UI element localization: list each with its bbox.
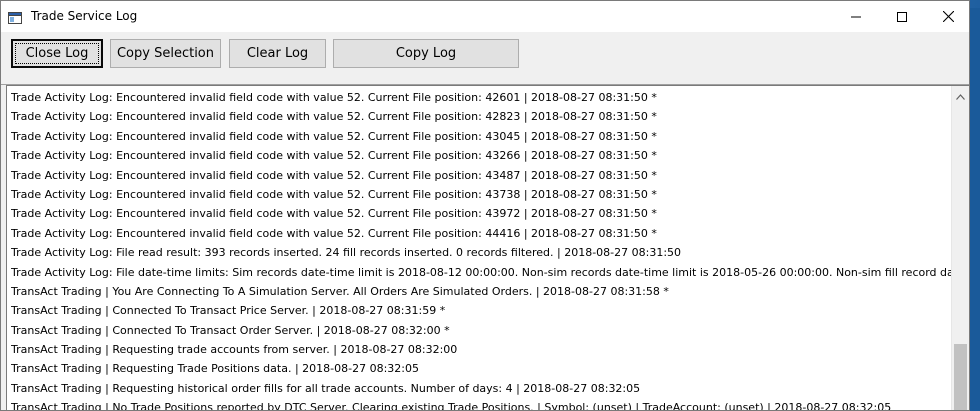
vertical-scrollbar[interactable] xyxy=(951,86,969,410)
chevron-up-icon xyxy=(956,86,965,104)
log-line: Trade Activity Log: Encountered invalid … xyxy=(11,168,657,182)
log-line: Trade Activity Log: Encountered invalid … xyxy=(11,207,657,221)
log-line: TransAct Trading | Connected To Transact… xyxy=(11,323,450,337)
close-log-button[interactable]: Close Log xyxy=(11,39,103,68)
minimize-button[interactable] xyxy=(833,1,879,32)
log-line: TransAct Trading | Requesting trade acco… xyxy=(11,343,458,357)
app-window-icon xyxy=(8,9,22,24)
log-line: TransAct Trading | Requesting Trade Posi… xyxy=(11,362,419,376)
log-line: Trade Activity Log: Encountered invalid … xyxy=(11,149,657,163)
log-line: TransAct Trading | Connected To Transact… xyxy=(11,304,446,318)
close-icon xyxy=(942,7,954,26)
scrollbar-thumb[interactable] xyxy=(954,344,967,410)
maximize-button[interactable] xyxy=(879,1,925,32)
log-line: TransAct Trading | Requesting historical… xyxy=(11,381,641,395)
log-text-area[interactable]: Trade Activity Log: Encountered invalid … xyxy=(6,85,969,411)
maximize-icon xyxy=(897,7,907,26)
log-line: Trade Activity Log: Encountered invalid … xyxy=(11,110,657,124)
title-bar[interactable]: Trade Service Log xyxy=(1,1,969,32)
focus-rectangle xyxy=(15,43,99,64)
minimize-icon xyxy=(851,7,861,26)
close-window-button[interactable] xyxy=(925,1,969,32)
log-line: Trade Activity Log: Encountered invalid … xyxy=(11,187,657,201)
log-line: Trade Activity Log: Encountered invalid … xyxy=(11,226,657,240)
log-line: Trade Activity Log: File date-time limit… xyxy=(11,265,951,279)
scroll-up-button[interactable] xyxy=(952,86,969,103)
copy-selection-label: Copy Selection xyxy=(116,46,215,61)
window-title: Trade Service Log xyxy=(31,9,138,23)
log-line: Trade Activity Log: Encountered invalid … xyxy=(11,129,657,143)
log-line: TransAct Trading | You Are Connecting To… xyxy=(11,284,669,298)
log-line: Trade Activity Log: File read result: 39… xyxy=(11,246,682,260)
copy-log-label: Copy Log xyxy=(395,46,457,61)
clear-log-button[interactable]: Clear Log xyxy=(229,39,326,68)
toolbar: Close Log Copy Selection Clear Log Copy … xyxy=(1,32,969,85)
clear-log-label: Clear Log xyxy=(246,46,309,61)
log-lines: Trade Activity Log: Encountered invalid … xyxy=(11,88,951,411)
copy-selection-button[interactable]: Copy Selection xyxy=(110,39,221,68)
log-line: Trade Activity Log: Encountered invalid … xyxy=(11,91,657,104)
log-line: TransAct Trading | No Trade Positions re… xyxy=(11,401,892,411)
copy-log-button[interactable]: Copy Log xyxy=(333,39,519,68)
trade-service-log-window: Trade Service Log Close Log Copy Selecti… xyxy=(0,0,970,411)
